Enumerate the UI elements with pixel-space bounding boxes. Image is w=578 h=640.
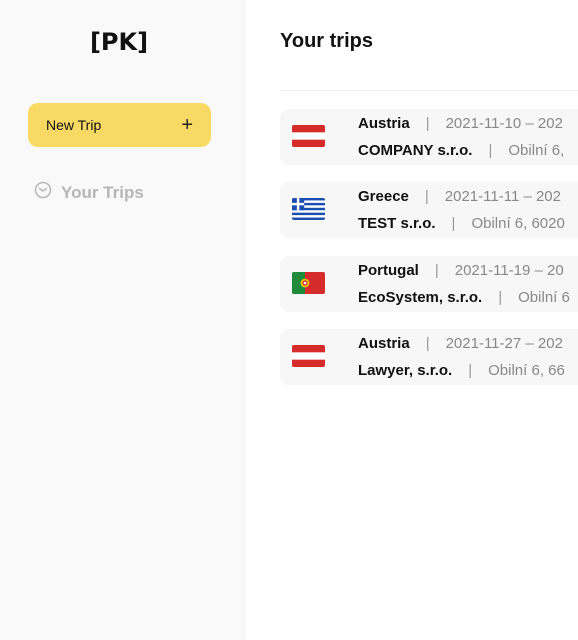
trip-country: Greece bbox=[358, 188, 409, 205]
trip-dates: 2021-11-27 – 202 bbox=[445, 335, 563, 352]
separator: | bbox=[425, 335, 430, 352]
trip-country: Austria bbox=[358, 335, 410, 352]
plus-icon: + bbox=[181, 114, 193, 136]
trip-dates: 2021-11-11 – 202 bbox=[444, 188, 561, 205]
trip-address: Obilní 6, 66 bbox=[488, 362, 565, 379]
trip-address: Obilní 6, 6020 bbox=[471, 215, 565, 232]
new-trip-button[interactable]: New Trip + bbox=[28, 103, 211, 147]
sidebar-item-your-trips[interactable]: Your Trips bbox=[34, 181, 144, 204]
trip-dates: 2021-11-19 – 20 bbox=[454, 262, 564, 279]
separator: | bbox=[488, 142, 493, 159]
separator: | bbox=[468, 362, 473, 379]
trip-card[interactable]: Austria | 2021-11-10 – 202 COMPANY s.r.o. |… bbox=[280, 109, 578, 165]
sidebar-item-label: Your Trips bbox=[61, 182, 144, 202]
separator: | bbox=[451, 215, 456, 232]
separator: | bbox=[425, 115, 430, 132]
greece-flag-icon bbox=[292, 198, 325, 220]
trip-dates: 2021-11-10 – 202 bbox=[445, 115, 563, 132]
clock-icon bbox=[34, 181, 52, 204]
trip-address: Obilní 6 bbox=[518, 289, 570, 306]
separator: | bbox=[498, 289, 503, 306]
app-logo[interactable]: [PK] bbox=[0, 28, 238, 56]
sidebar: [PK] New Trip + Your Trips bbox=[0, 0, 246, 640]
trip-company: TEST s.r.o. bbox=[358, 215, 436, 232]
page-title: Your trips bbox=[280, 30, 373, 52]
trip-address: Obilní 6, bbox=[508, 142, 565, 159]
main-content: Your trips Austria | 2021-11-10 – 202 COMP… bbox=[246, 0, 578, 640]
divider bbox=[280, 90, 578, 91]
trip-card[interactable]: Austria | 2021-11-27 – 202 Lawyer, s.r.o. |… bbox=[280, 329, 578, 385]
trip-company: COMPANY s.r.o. bbox=[358, 142, 473, 159]
trip-company: Lawyer, s.r.o. bbox=[358, 362, 453, 379]
trip-card[interactable]: Portugal | 2021-11-19 – 20 EcoSystem, s.r.… bbox=[280, 256, 578, 312]
portugal-flag-icon bbox=[292, 272, 325, 294]
trip-card[interactable]: Greece | 2021-11-11 – 202 TEST s.r.o. | Obil… bbox=[280, 182, 578, 238]
separator: | bbox=[434, 262, 439, 279]
new-trip-label: New Trip bbox=[46, 117, 102, 133]
trip-country: Portugal bbox=[358, 262, 419, 279]
austria-flag-icon bbox=[292, 125, 325, 147]
trip-company: EcoSystem, s.r.o. bbox=[358, 289, 483, 306]
separator: | bbox=[424, 188, 429, 205]
trip-country: Austria bbox=[358, 115, 410, 132]
austria-flag-icon bbox=[292, 345, 325, 367]
